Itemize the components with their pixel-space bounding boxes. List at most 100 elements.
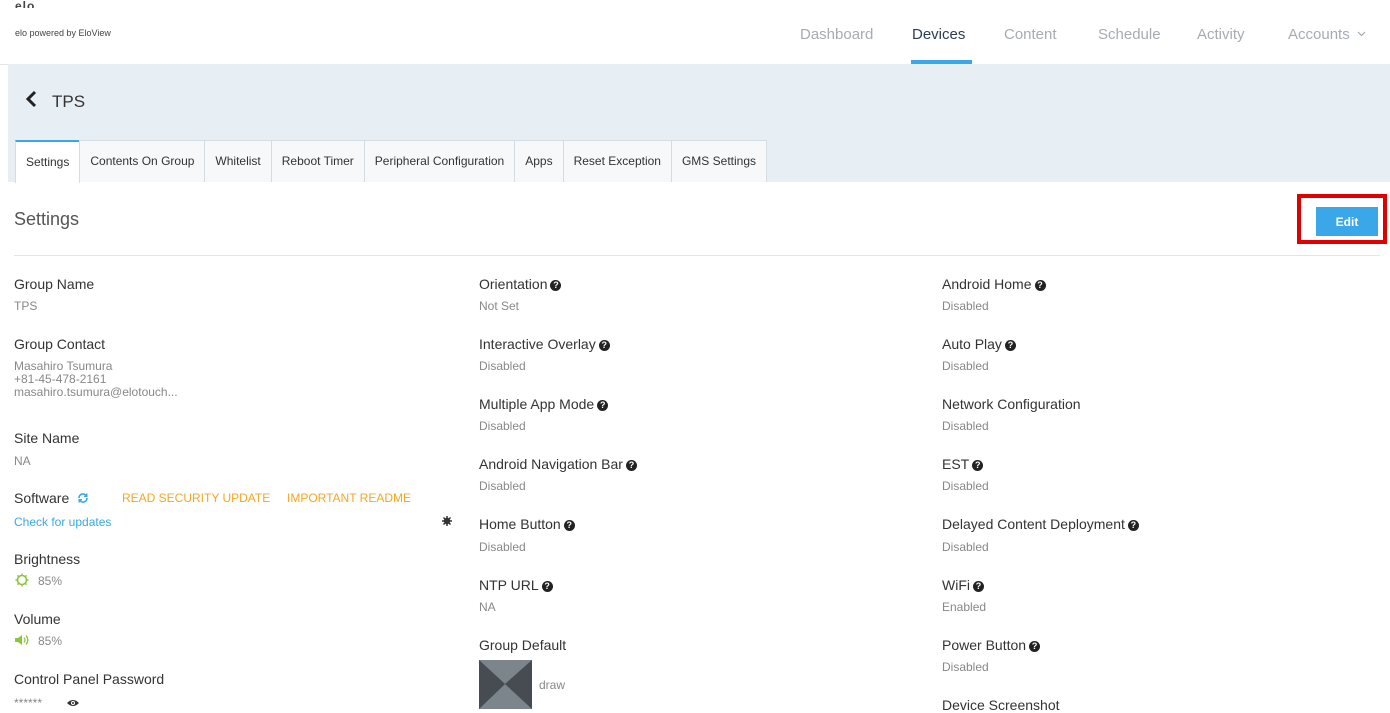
group-default-label: Group Default <box>479 637 567 653</box>
site-name-label: Site Name <box>14 430 80 446</box>
est-value: Disabled <box>942 479 989 493</box>
page-title: TPS <box>52 92 86 111</box>
tab-bar: Settings Contents On Group Whitelist Reb… <box>15 140 767 183</box>
est-label: EST? <box>942 456 984 472</box>
volume-icon <box>15 635 29 645</box>
important-readme-link[interactable]: IMPORTANT README <box>287 491 411 505</box>
home-button-label-text: Home Button <box>479 516 561 532</box>
group-name-label: Group Name <box>14 276 95 292</box>
tab-reset-exception[interactable]: Reset Exception <box>562 140 672 182</box>
help-icon[interactable]: ? <box>598 340 610 351</box>
help-icon[interactable]: ? <box>973 581 984 592</box>
help-icon[interactable]: ? <box>625 460 637 471</box>
ntp-url-value: NA <box>479 600 496 614</box>
brightness-icon <box>15 573 29 587</box>
home-button-value: Disabled <box>479 540 526 554</box>
group-default-thumbnail[interactable] <box>479 660 532 709</box>
site-name-value: NA <box>14 454 31 468</box>
auto-play-value: Disabled <box>942 359 989 373</box>
gear-icon[interactable] <box>442 516 452 526</box>
tab-whitelist[interactable]: Whitelist <box>204 140 272 182</box>
multiple-app-mode-value: Disabled <box>479 419 526 433</box>
tab-contents-on-group[interactable]: Contents On Group <box>79 140 206 182</box>
contact-email: masahiro.tsumura@elotouch... <box>14 385 178 399</box>
help-icon[interactable]: ? <box>597 400 609 411</box>
group-default-value: draw <box>539 678 566 692</box>
android-navigation-bar-label: Android Navigation Bar? <box>479 456 637 472</box>
nav-content[interactable]: Content <box>1004 26 1057 43</box>
divider <box>14 255 1380 256</box>
est-label-text: EST <box>942 456 970 472</box>
home-button-label: Home Button? <box>479 516 575 532</box>
interactive-overlay-label: Interactive Overlay? <box>479 336 610 352</box>
brightness-value: 85% <box>38 574 63 588</box>
software-label: Software <box>14 490 89 506</box>
power-button-label-text: Power Button <box>942 637 1027 653</box>
nav-activity[interactable]: Activity <box>1197 26 1245 43</box>
multiple-app-mode-label-text: Multiple App Mode <box>479 396 595 412</box>
wifi-label: WiFi? <box>942 577 984 593</box>
back-button[interactable] <box>24 90 40 110</box>
group-header: TPS Settings Contents On Group Whitelist… <box>8 64 1390 183</box>
tab-apps[interactable]: Apps <box>514 140 564 182</box>
volume-label: Volume <box>14 611 61 627</box>
control-panel-password-label: Control Panel Password <box>14 671 165 687</box>
nav-accounts[interactable]: Accounts <box>1288 26 1366 43</box>
check-for-updates-link[interactable]: Check for updates <box>14 515 111 529</box>
help-icon[interactable]: ? <box>1034 280 1046 291</box>
android-navigation-bar-value: Disabled <box>479 479 526 493</box>
nav-accounts-label: Accounts <box>1288 26 1350 43</box>
help-icon[interactable]: ? <box>550 280 562 291</box>
logo: elo <box>15 0 36 8</box>
eye-icon[interactable] <box>66 698 80 708</box>
delayed-content-deployment-value: Disabled <box>942 540 989 554</box>
multiple-app-mode-label: Multiple App Mode? <box>479 396 609 412</box>
nav-schedule[interactable]: Schedule <box>1098 26 1161 43</box>
chevron-left-icon <box>25 90 37 108</box>
ntp-url-label-text: NTP URL <box>479 577 539 593</box>
tab-reboot-timer[interactable]: Reboot Timer <box>270 140 365 182</box>
auto-play-label: Auto Play? <box>942 336 1016 352</box>
network-configuration-label: Network Configuration <box>942 396 1081 412</box>
orientation-value: Not Set <box>479 299 520 313</box>
help-icon[interactable]: ? <box>541 581 553 592</box>
group-contact-label: Group Contact <box>14 336 106 352</box>
android-home-label-text: Android Home <box>942 276 1032 292</box>
tab-settings[interactable]: Settings <box>15 140 81 183</box>
volume-value: 85% <box>38 634 63 648</box>
group-name-value: TPS <box>14 299 38 313</box>
tab-gms-settings[interactable]: GMS Settings <box>670 140 767 182</box>
tab-peripheral-configuration[interactable]: Peripheral Configuration <box>363 140 516 182</box>
help-icon[interactable]: ? <box>563 520 575 531</box>
delayed-content-deployment-label-text: Delayed Content Deployment <box>942 516 1125 532</box>
top-navigation-bar: elo elo powered by EloView Dashboard Dev… <box>0 0 1390 65</box>
wifi-value: Enabled <box>942 600 987 614</box>
section-heading: Settings <box>14 209 80 229</box>
wifi-label-text: WiFi <box>942 577 970 593</box>
software-label-text: Software <box>14 490 70 506</box>
auto-play-label-text: Auto Play <box>942 336 1002 352</box>
device-screenshot-label: Device Screenshot <box>942 697 1060 713</box>
network-configuration-value: Disabled <box>942 419 989 433</box>
nav-dashboard[interactable]: Dashboard <box>800 26 873 43</box>
android-home-value: Disabled <box>942 299 989 313</box>
read-security-update-link[interactable]: READ SECURITY UPDATE <box>122 491 270 505</box>
android-navigation-bar-label-text: Android Navigation Bar <box>479 456 623 472</box>
edit-button[interactable]: Edit <box>1316 207 1378 236</box>
nav-devices[interactable]: Devices <box>912 26 965 43</box>
help-icon[interactable]: ? <box>1004 340 1016 351</box>
android-home-label: Android Home? <box>942 276 1046 292</box>
power-button-label: Power Button? <box>942 637 1041 653</box>
help-icon[interactable]: ? <box>1029 641 1041 652</box>
interactive-overlay-value: Disabled <box>479 359 526 373</box>
control-panel-password-value: ****** <box>14 696 43 710</box>
brightness-label: Brightness <box>14 551 81 567</box>
help-icon[interactable]: ? <box>1127 520 1139 531</box>
thumbnail-image <box>479 660 532 709</box>
refresh-icon[interactable] <box>77 492 89 504</box>
power-button-value: Disabled <box>942 660 989 674</box>
help-icon[interactable]: ? <box>972 460 984 471</box>
ntp-url-label: NTP URL? <box>479 577 553 593</box>
delayed-content-deployment-label: Delayed Content Deployment? <box>942 516 1139 532</box>
orientation-label-text: Orientation <box>479 276 548 292</box>
